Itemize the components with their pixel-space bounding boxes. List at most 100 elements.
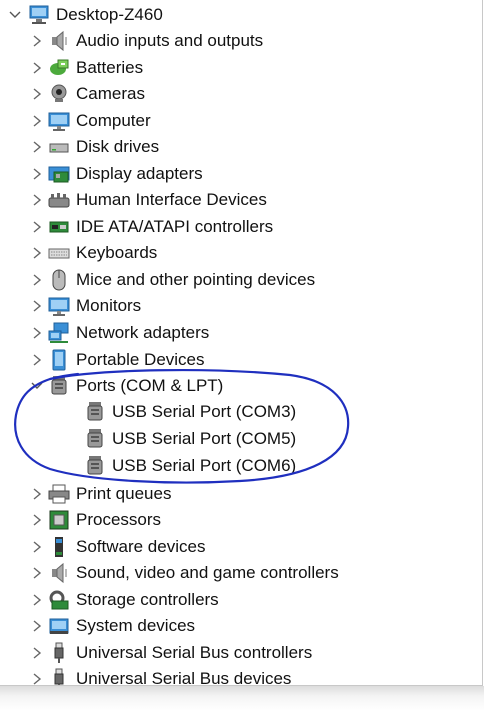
chevron-right-icon[interactable] — [30, 246, 44, 260]
disk-drive-icon — [48, 136, 70, 158]
tree-category[interactable]: Software devices — [30, 534, 205, 560]
monitor-icon — [48, 295, 70, 317]
network-icon — [48, 322, 70, 344]
chevron-right-icon[interactable] — [30, 299, 44, 313]
chevron-right-icon[interactable] — [30, 273, 44, 287]
hid-icon — [48, 189, 70, 211]
port-icon — [84, 428, 106, 450]
chevron-right-icon[interactable] — [30, 87, 44, 101]
chevron-right-icon[interactable] — [30, 326, 44, 340]
port-icon — [84, 401, 106, 423]
category-label: Print queues — [76, 484, 172, 503]
category-label: Batteries — [76, 58, 144, 77]
chevron-right-icon[interactable] — [30, 619, 44, 633]
chevron-right-icon[interactable] — [30, 220, 44, 234]
speaker-icon — [48, 562, 70, 584]
category-label: Mice and other pointing devices — [76, 270, 316, 289]
tree-category[interactable]: Sound, video and game controllers — [30, 560, 339, 586]
tree-category[interactable]: Universal Serial Bus devices — [30, 666, 292, 686]
usb-icon — [48, 668, 70, 685]
category-label: Network adapters — [76, 323, 210, 342]
category-label: Cameras — [76, 84, 145, 103]
tree-category[interactable]: Computer — [30, 108, 151, 134]
tree-category[interactable]: Network adapters — [30, 320, 209, 346]
tree-category[interactable]: Disk drives — [30, 134, 159, 160]
tree-category[interactable]: Display adapters — [30, 161, 203, 187]
computer-icon — [28, 4, 50, 26]
printer-icon — [48, 483, 70, 505]
chevron-right-icon[interactable] — [30, 540, 44, 554]
software-device-icon — [48, 536, 70, 558]
chevron-right-icon[interactable] — [30, 672, 44, 685]
tree-category[interactable]: Universal Serial Bus controllers — [30, 640, 312, 666]
tree-category[interactable]: Mice and other pointing devices — [30, 267, 315, 293]
ide-controller-icon — [48, 216, 70, 238]
tree-device[interactable]: USB Serial Port (COM3) — [80, 399, 296, 425]
category-label: Processors — [76, 510, 162, 529]
portable-device-icon — [48, 349, 70, 371]
window-bottom-shadow — [0, 686, 484, 711]
tree-root[interactable]: Desktop-Z460 — [8, 2, 163, 28]
chevron-right-icon[interactable] — [30, 646, 44, 660]
category-label: Disk drives — [76, 137, 160, 156]
tree-category[interactable]: IDE ATA/ATAPI controllers — [30, 214, 273, 240]
chevron-down-icon[interactable] — [8, 8, 22, 22]
device-label: USB Serial Port (COM5) — [112, 429, 297, 448]
category-label: Monitors — [76, 296, 142, 315]
category-label: Ports (COM & LPT) — [76, 376, 224, 395]
tree-category[interactable]: Portable Devices — [30, 347, 205, 373]
category-label: Keyboards — [76, 243, 158, 262]
category-label: Display adapters — [76, 164, 203, 183]
processor-icon — [48, 509, 70, 531]
tree-category[interactable]: Cameras — [30, 81, 145, 107]
chevron-right-icon[interactable] — [30, 593, 44, 607]
speaker-icon — [48, 30, 70, 52]
tree-category[interactable]: Storage controllers — [30, 587, 219, 613]
chevron-right-icon[interactable] — [30, 566, 44, 580]
chevron-right-icon[interactable] — [30, 193, 44, 207]
chevron-right-icon[interactable] — [30, 167, 44, 181]
battery-icon — [48, 57, 70, 79]
tree-root-label: Desktop-Z460 — [56, 5, 163, 24]
category-label: System devices — [76, 616, 196, 635]
storage-controller-icon — [48, 589, 70, 611]
category-label: Storage controllers — [76, 590, 219, 609]
chevron-right-icon[interactable] — [30, 140, 44, 154]
chevron-down-icon[interactable] — [30, 379, 44, 393]
category-label: Audio inputs and outputs — [76, 31, 264, 50]
tree-category[interactable]: Keyboards — [30, 240, 157, 266]
tree-category-ports[interactable]: Ports (COM & LPT) — [30, 373, 223, 399]
usb-icon — [48, 642, 70, 664]
category-label: IDE ATA/ATAPI controllers — [76, 217, 274, 236]
chevron-right-icon[interactable] — [30, 513, 44, 527]
category-label: Portable Devices — [76, 350, 205, 369]
chevron-right-icon[interactable] — [30, 114, 44, 128]
monitor-icon — [48, 110, 70, 132]
port-icon — [48, 375, 70, 397]
tree-category[interactable]: Processors — [30, 507, 161, 533]
system-device-icon — [48, 615, 70, 637]
tree-device[interactable]: USB Serial Port (COM5) — [80, 426, 296, 452]
tree-category[interactable]: System devices — [30, 613, 195, 639]
mouse-icon — [48, 269, 70, 291]
tree-category[interactable]: Audio inputs and outputs — [30, 28, 263, 54]
tree-device[interactable]: USB Serial Port (COM6) — [80, 453, 296, 479]
category-label: Universal Serial Bus controllers — [76, 643, 313, 662]
chevron-right-icon[interactable] — [30, 61, 44, 75]
chevron-right-icon[interactable] — [30, 34, 44, 48]
tree-category[interactable]: Monitors — [30, 293, 141, 319]
device-manager-tree: Desktop-Z460 Audio inputs and outputs Ba… — [0, 0, 483, 686]
tree-category[interactable]: Print queues — [30, 481, 171, 507]
chevron-right-icon[interactable] — [30, 487, 44, 501]
display-adapter-icon — [48, 163, 70, 185]
port-icon — [84, 455, 106, 477]
category-label: Sound, video and game controllers — [76, 563, 339, 582]
category-label: Computer — [76, 111, 151, 130]
category-label: Software devices — [76, 537, 206, 556]
category-label: Universal Serial Bus devices — [76, 669, 292, 686]
category-label: Human Interface Devices — [76, 190, 267, 209]
tree-category[interactable]: Batteries — [30, 55, 143, 81]
tree-category[interactable]: Human Interface Devices — [30, 187, 267, 213]
chevron-right-icon[interactable] — [30, 353, 44, 367]
device-label: USB Serial Port (COM6) — [112, 456, 297, 475]
